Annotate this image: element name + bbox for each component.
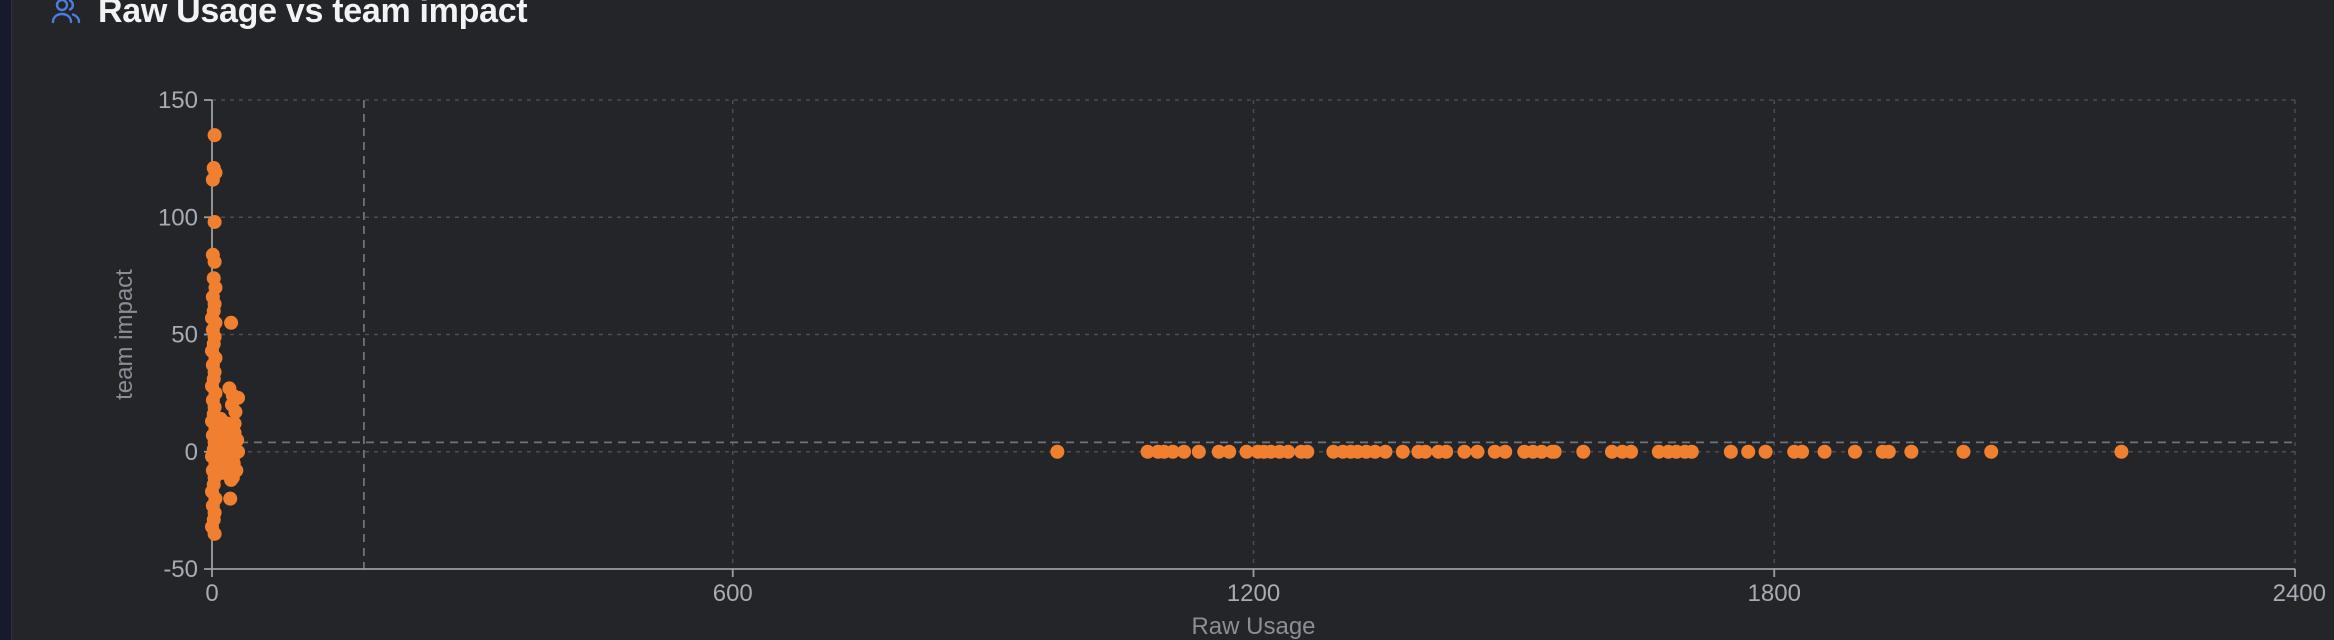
y-tick-label: -50 (163, 556, 198, 583)
y-axis-title: team impact (111, 269, 138, 400)
x-axis-title: Raw Usage (1191, 613, 1315, 640)
data-point (224, 447, 239, 462)
data-point (1741, 444, 1756, 459)
data-point (1956, 444, 1971, 459)
data-point (1498, 444, 1513, 459)
data-point (1177, 444, 1192, 459)
data-point (1470, 444, 1485, 459)
data-point (1881, 444, 1896, 459)
y-tick-label: 100 (158, 204, 198, 231)
data-point (207, 254, 222, 269)
data-point (1795, 444, 1810, 459)
x-tick-label: 0 (205, 580, 218, 607)
data-point (1847, 444, 1862, 459)
data-point (231, 390, 246, 405)
data-point (1395, 444, 1410, 459)
data-point (1418, 444, 1433, 459)
data-point (1281, 444, 1296, 459)
x-tick-label: 2400 (2273, 580, 2326, 607)
data-point (1758, 444, 1773, 459)
data-point (223, 491, 238, 506)
data-point (1723, 444, 1738, 459)
data-point (2114, 444, 2129, 459)
data-point (205, 172, 220, 187)
data-point (224, 315, 239, 330)
x-tick-label: 1800 (1748, 580, 1801, 607)
data-point (1300, 444, 1315, 459)
data-point (1457, 444, 1472, 459)
data-point (207, 526, 222, 541)
scatter-chart: -50 0 50 100 150 0 600 1200 1800 2400 Raw Usage tea… (111, 87, 2326, 640)
x-tick-label: 1200 (1227, 580, 1280, 607)
data-point (1378, 444, 1393, 459)
data-point (1684, 444, 1699, 459)
data-point (1576, 444, 1591, 459)
y-tick-label: 50 (171, 322, 198, 349)
grid (212, 99, 2296, 569)
data-point (228, 404, 243, 419)
data-point (1984, 444, 1999, 459)
data-point (227, 425, 242, 440)
data-point (1050, 444, 1065, 459)
data-point (1439, 444, 1454, 459)
data-point (207, 128, 222, 143)
data-point (1817, 444, 1832, 459)
data-point (207, 214, 222, 229)
data-point (1624, 444, 1639, 459)
data-point (1191, 444, 1206, 459)
data-point (1222, 444, 1237, 459)
data-point (1904, 444, 1919, 459)
y-tick-label: 0 (185, 439, 198, 466)
y-tick-label: 150 (158, 87, 198, 114)
data-point (1547, 444, 1562, 459)
x-tick-label: 600 (713, 580, 753, 607)
